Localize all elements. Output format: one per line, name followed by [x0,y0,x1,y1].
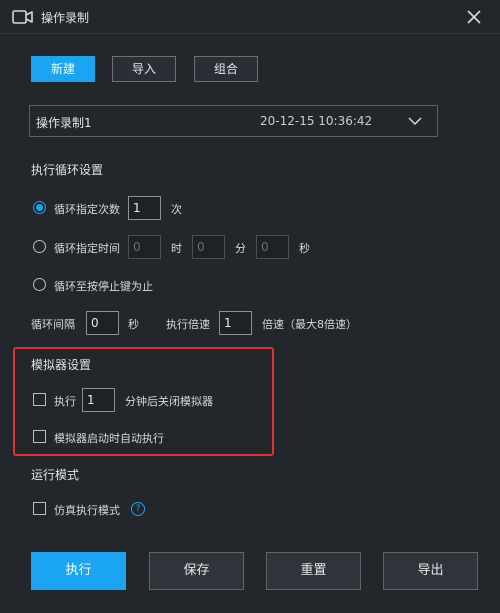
loop-settings-heading: 执行循环设置 [31,163,104,177]
window-title: 操作录制 [41,11,90,25]
simulate-mode-label: 仿真执行模式 [54,504,120,517]
recording-name: 操作录制1 [36,116,92,130]
combine-tab-button[interactable]: 组合 [194,56,258,82]
close-emulator-minutes-input[interactable]: 1 [82,388,115,412]
export-button[interactable]: 导出 [383,552,478,590]
import-tab-button[interactable]: 导入 [112,56,176,82]
run-button[interactable]: 执行 [31,552,126,590]
loop-until-stop-radio[interactable] [33,278,46,291]
new-tab-button[interactable]: 新建 [31,56,95,82]
close-icon[interactable] [463,6,485,28]
simulate-mode-checkbox[interactable] [33,502,46,515]
loop-seconds-input[interactable]: 0 [256,235,289,259]
loop-minutes-input[interactable]: 0 [192,235,225,259]
title-bar: 操作录制 [0,0,500,34]
run-mode-heading: 运行模式 [31,468,80,482]
video-camera-icon [12,10,33,24]
loop-minutes-unit: 分 [235,242,246,255]
loop-count-input[interactable]: 1 [128,196,161,220]
chevron-down-icon[interactable] [408,115,422,127]
close-emulator-label: 执行 [54,395,76,408]
help-icon[interactable]: ? [131,502,145,516]
loop-hours-input[interactable]: 0 [128,235,161,259]
loop-count-label: 循环指定次数 [54,203,120,216]
loop-count-unit: 次 [171,203,182,216]
loop-interval-unit: 秒 [128,318,139,331]
recording-select[interactable]: 操作录制1 20-12-15 10:36:42 [29,105,438,137]
loop-until-stop-label: 循环至按停止键为止 [54,280,153,293]
loop-interval-label: 循环间隔 [31,318,75,331]
recording-time: 20-12-15 10:36:42 [260,114,373,128]
loop-count-radio[interactable] [33,201,46,214]
speed-label: 执行倍速 [166,318,210,331]
loop-time-radio[interactable] [33,240,46,253]
reset-button[interactable]: 重置 [266,552,361,590]
close-emulator-checkbox[interactable] [33,393,46,406]
speed-input[interactable]: 1 [219,311,252,335]
save-button[interactable]: 保存 [149,552,244,590]
loop-seconds-unit: 秒 [299,242,310,255]
autostart-checkbox[interactable] [33,430,46,443]
speed-unit: 倍速（最大8倍速） [262,318,357,331]
loop-interval-input[interactable]: 0 [86,311,119,335]
autostart-label: 模拟器启动时自动执行 [54,432,164,445]
emulator-settings-heading: 模拟器设置 [31,358,92,372]
close-emulator-suffix: 分钟后关闭模拟器 [125,395,213,408]
loop-hours-unit: 时 [171,242,182,255]
loop-time-label: 循环指定时间 [54,242,120,255]
